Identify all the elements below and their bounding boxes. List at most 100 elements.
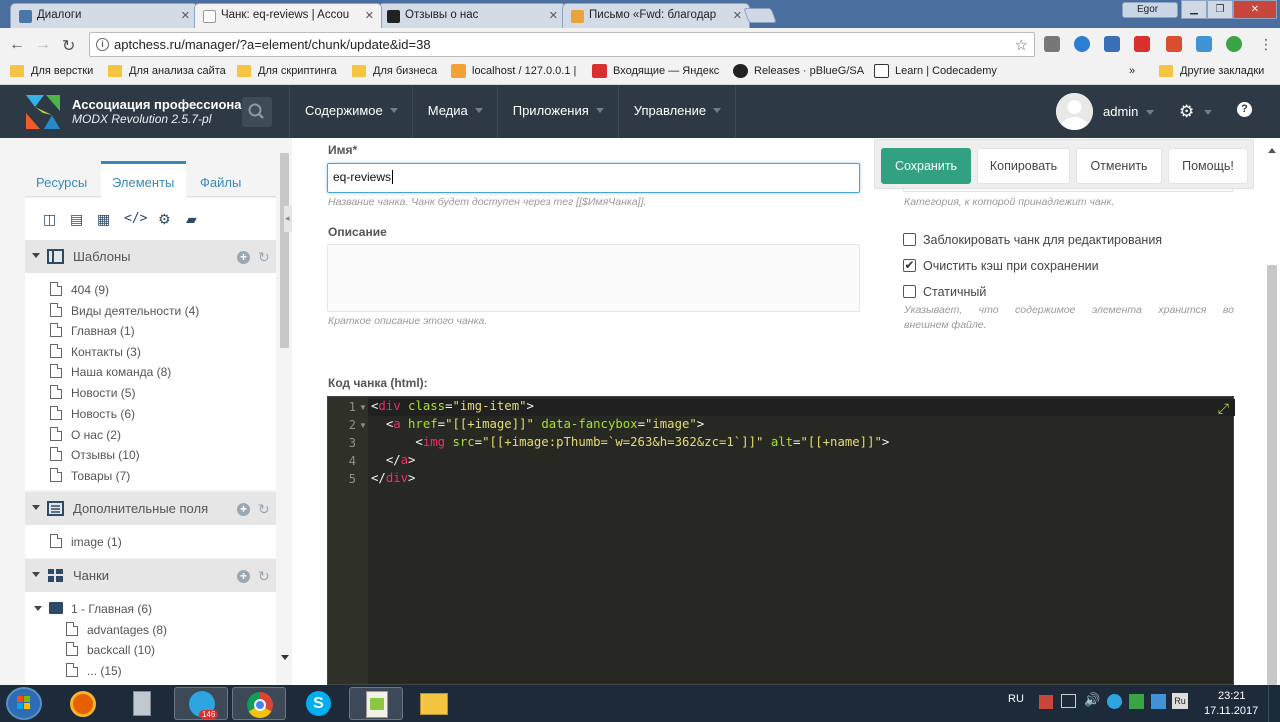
section-tvs[interactable]: Дополнительные поля + ↻: [25, 492, 276, 525]
url-field[interactable]: i aptchess.ru/manager/?a=element/chunk/u…: [89, 32, 1035, 57]
close-icon[interactable]: ✕: [733, 9, 742, 22]
show-desktop-button[interactable]: [1268, 685, 1280, 722]
close-icon[interactable]: ✕: [549, 9, 558, 22]
maximize-button[interactable]: ❐: [1207, 0, 1233, 19]
new-tab-button[interactable]: [743, 8, 777, 23]
extension-icon[interactable]: [1134, 36, 1150, 52]
list-item[interactable]: advantages (8): [66, 622, 167, 637]
add-icon[interactable]: +: [237, 570, 250, 583]
list-item[interactable]: О нас (2): [50, 427, 121, 442]
gear-icon[interactable]: ⚙: [1179, 102, 1194, 122]
menu-media[interactable]: Медиа: [411, 85, 497, 138]
close-window-button[interactable]: ✕: [1233, 0, 1277, 19]
list-item[interactable]: Новости (5): [50, 385, 135, 400]
back-icon[interactable]: ←: [9, 36, 25, 54]
site-name[interactable]: Ассоциация профессиона...: [72, 97, 252, 112]
star-icon[interactable]: ☆: [1015, 36, 1028, 54]
bookmark-link[interactable]: Releases · pBlueG/SA: [733, 64, 864, 78]
file-explorer-icon[interactable]: [407, 687, 461, 720]
other-bookmarks[interactable]: Другие закладки: [1159, 65, 1264, 77]
forward-icon[interactable]: →: [35, 36, 51, 54]
profile-badge[interactable]: Egor: [1122, 2, 1178, 18]
caret-down-icon[interactable]: [1204, 110, 1212, 119]
extension-icon[interactable]: [1074, 36, 1090, 52]
template-icon[interactable]: ◫: [43, 211, 59, 227]
download-icon[interactable]: [1226, 36, 1242, 52]
tab-files[interactable]: Файлы: [200, 161, 241, 197]
volume-icon[interactable]: 🔊: [1084, 692, 1100, 708]
save-button[interactable]: Сохранить: [881, 148, 971, 184]
plugin-icon[interactable]: ⚙: [158, 211, 174, 227]
help-icon[interactable]: ?: [1237, 102, 1252, 117]
menu-dots-icon[interactable]: ⋮: [1259, 36, 1273, 53]
list-item[interactable]: ... (15): [66, 663, 122, 678]
extension-icon[interactable]: [1104, 36, 1120, 52]
add-icon[interactable]: +: [237, 251, 250, 264]
checkbox-empty[interactable]: [903, 285, 916, 298]
fullscreen-icon[interactable]: ⤢: [1218, 400, 1229, 417]
help-button[interactable]: Помощь!: [1168, 148, 1248, 184]
tray-app-icon[interactable]: [1129, 694, 1144, 709]
refresh-icon[interactable]: ↻: [258, 249, 270, 266]
description-field[interactable]: [327, 244, 860, 312]
lock-checkbox[interactable]: Заблокировать чанк для редактирования: [903, 233, 1162, 247]
bookmarks-overflow-button[interactable]: »: [1109, 65, 1135, 77]
bookmark-link[interactable]: Входящие — Яндекс: [592, 64, 719, 78]
section-chunks[interactable]: Чанки + ↻: [25, 559, 276, 592]
copy-button[interactable]: Копировать: [977, 148, 1070, 184]
clock-date[interactable]: 17.11.2017: [1204, 705, 1258, 717]
chunk-icon[interactable]: ▦: [97, 211, 113, 227]
chrome-icon[interactable]: [232, 687, 286, 720]
browser-tab-mail[interactable]: Письмо «Fwd: благодар ✕: [562, 3, 750, 28]
browser-tab-dialogs[interactable]: Диалоги ✕: [10, 3, 198, 28]
clock-time[interactable]: 23:21: [1218, 690, 1246, 702]
tab-elements[interactable]: Элементы: [101, 161, 186, 198]
code-editor[interactable]: 1 ▼ 2 ▼ 3 4 5 <div class="img-item"> <a …: [327, 396, 1235, 685]
bookmark-link[interactable]: localhost / 127.0.0.1 |: [451, 64, 576, 78]
checkmark-icon[interactable]: ✔: [903, 259, 916, 272]
caret-down-icon[interactable]: [1146, 110, 1154, 119]
list-item[interactable]: backcall (10): [66, 642, 155, 657]
scroll-up-icon[interactable]: [1268, 144, 1276, 153]
list-item[interactable]: 404 (9): [50, 282, 109, 297]
flag-icon[interactable]: [1039, 695, 1053, 709]
telegram-icon[interactable]: 146: [174, 687, 228, 720]
notepad-plus-icon[interactable]: [349, 687, 403, 720]
tray-app-icon[interactable]: [1151, 694, 1166, 709]
list-item[interactable]: image (1): [50, 534, 122, 549]
search-button[interactable]: [242, 97, 272, 127]
bookmark-folder[interactable]: Для верстки: [10, 65, 93, 77]
info-icon[interactable]: i: [96, 38, 109, 51]
avatar[interactable]: [1056, 93, 1093, 130]
extension-icon[interactable]: [1044, 36, 1060, 52]
collapse-panel-handle[interactable]: ◂: [284, 206, 292, 232]
telegram-tray-icon[interactable]: [1107, 694, 1122, 709]
category-item[interactable]: 1 - Главная (6): [34, 602, 152, 616]
list-item[interactable]: Наша команда (8): [50, 364, 171, 379]
close-icon[interactable]: ✕: [365, 9, 374, 22]
snippet-icon[interactable]: </>: [124, 211, 147, 227]
scroll-down-icon[interactable]: [281, 655, 289, 664]
menu-manage[interactable]: Управление: [617, 85, 737, 138]
list-item[interactable]: Главная (1): [50, 323, 135, 338]
bookmark-folder[interactable]: Для бизнеса: [352, 65, 437, 77]
bookmark-link[interactable]: Learn | Codecademy: [874, 64, 997, 78]
network-icon[interactable]: [1061, 694, 1076, 708]
username[interactable]: admin: [1103, 104, 1138, 119]
scrollbar-thumb[interactable]: [280, 153, 289, 348]
cancel-button[interactable]: Отменить: [1076, 148, 1162, 184]
fold-icon[interactable]: ▼: [359, 421, 367, 430]
firefox-icon[interactable]: [56, 687, 110, 720]
bookmark-folder[interactable]: Для анализа сайта: [108, 65, 226, 77]
fold-icon[interactable]: ▼: [359, 403, 367, 412]
section-templates[interactable]: Шаблоны + ↻: [25, 240, 276, 273]
calculator-icon[interactable]: [115, 687, 169, 720]
checkbox-empty[interactable]: [903, 233, 916, 246]
menu-content[interactable]: Содержимое: [289, 85, 412, 138]
extension-icon[interactable]: [1166, 36, 1182, 52]
reload-icon[interactable]: ↻: [62, 36, 75, 56]
start-button[interactable]: [6, 687, 42, 720]
tv-icon[interactable]: ▤: [70, 211, 86, 227]
extension-icon[interactable]: [1196, 36, 1212, 52]
browser-tab-reviews[interactable]: Отзывы о нас ✕: [378, 3, 566, 28]
